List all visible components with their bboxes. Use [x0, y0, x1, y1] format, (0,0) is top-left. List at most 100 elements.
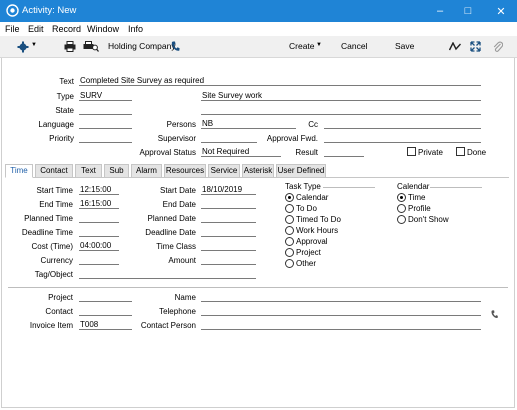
tab-user-defined[interactable]: User Defined [276, 164, 326, 178]
calendar-profile-radio[interactable] [397, 204, 406, 213]
planned-time-field[interactable] [79, 213, 119, 223]
end-date-field[interactable] [201, 199, 256, 209]
cancel-button[interactable]: Cancel [341, 41, 367, 51]
cost-time-field[interactable]: 04:00:00 [79, 241, 119, 251]
task-type-other-radio[interactable] [285, 259, 294, 268]
planned-date-field[interactable] [201, 213, 256, 223]
priority-label: Priority [49, 134, 74, 143]
print-preview-icon[interactable] [83, 41, 99, 52]
gear-icon[interactable] [17, 41, 29, 53]
deadline-date-field[interactable] [201, 227, 256, 237]
cost-time-label: Cost (Time) [31, 242, 73, 251]
expand-icon[interactable] [470, 41, 481, 52]
close-button[interactable]: ✕ [486, 0, 516, 22]
approval-status-field[interactable]: Not Required [201, 147, 281, 157]
project-field[interactable] [79, 292, 132, 302]
menu-info[interactable]: Info [128, 24, 143, 34]
menu-edit[interactable]: Edit [28, 24, 44, 34]
start-time-label: Start Time [36, 186, 73, 195]
type-field[interactable]: SURV [79, 91, 132, 101]
tab-resources[interactable]: Resources [164, 164, 206, 178]
language-field[interactable] [79, 119, 132, 129]
tab-asterisk[interactable]: Asterisk [242, 164, 274, 178]
task-type-timed-todo-radio[interactable] [285, 215, 294, 224]
result-field[interactable] [324, 147, 364, 157]
telephone-label: Telephone [159, 307, 196, 316]
tab-contact[interactable]: Contact [35, 164, 73, 178]
maximize-button[interactable]: □ [453, 0, 483, 22]
calendar-dont-show-label: Don't Show [408, 215, 449, 224]
tab-time[interactable]: Time [5, 164, 33, 178]
attachment-icon[interactable] [493, 40, 503, 53]
language-label: Language [38, 120, 74, 129]
menu-bar: File Edit Record Window Info [0, 22, 517, 36]
gear-dropdown-icon[interactable]: ▼ [31, 42, 37, 48]
private-checkbox[interactable] [407, 147, 416, 156]
time-class-field[interactable] [201, 241, 256, 251]
type-description: Site Survey work [201, 91, 481, 101]
task-type-approval-radio[interactable] [285, 237, 294, 246]
invoice-item-field[interactable]: T008 [79, 320, 132, 330]
text-field[interactable]: Completed Site Survey as required [79, 76, 481, 86]
invoice-item-label: Invoice Item [29, 321, 73, 330]
deadline-time-field[interactable] [79, 227, 119, 237]
start-date-field[interactable]: 18/10/2019 [201, 185, 256, 195]
task-type-work-hours-label: Work Hours [296, 226, 339, 235]
approval-status-label: Approval Status [139, 148, 196, 157]
printer-icon[interactable] [64, 41, 76, 52]
state-field[interactable] [79, 105, 132, 115]
save-button[interactable]: Save [395, 41, 414, 51]
minimize-button[interactable]: – [425, 0, 455, 22]
supervisor-field[interactable] [201, 133, 257, 143]
app-icon [6, 4, 19, 17]
tab-service[interactable]: Service [208, 164, 240, 178]
currency-field[interactable] [79, 255, 119, 265]
project-label: Project [48, 293, 73, 302]
private-label: Private [418, 148, 443, 157]
approval-fwd-field[interactable] [324, 133, 481, 143]
calendar-time-radio[interactable] [397, 193, 406, 202]
tag-object-field[interactable] [79, 269, 256, 279]
approval-fwd-label: Approval Fwd. [266, 134, 318, 143]
type-label: Type [56, 92, 74, 101]
contact-field[interactable] [79, 306, 132, 316]
tab-alarm[interactable]: Alarm [131, 164, 162, 178]
menu-file[interactable]: File [5, 24, 20, 34]
state-label: State [55, 106, 74, 115]
cc-field[interactable] [324, 119, 481, 129]
tab-sub[interactable]: Sub [104, 164, 129, 178]
phone-icon[interactable] [490, 310, 499, 319]
done-checkbox[interactable] [456, 147, 465, 156]
planned-date-label: Planned Date [147, 214, 196, 223]
persons-field[interactable]: NB [201, 119, 296, 129]
calendar-dont-show-radio[interactable] [397, 215, 406, 224]
contact-person-field[interactable] [201, 320, 481, 330]
create-dropdown-icon[interactable]: ▼ [316, 42, 322, 48]
deadline-date-label: Deadline Date [145, 228, 196, 237]
task-type-other-label: Other [296, 259, 317, 268]
end-time-label: End Time [39, 200, 73, 209]
name-field[interactable] [201, 292, 481, 302]
calendar-profile-label: Profile [408, 204, 431, 213]
task-type-project-label: Project [296, 248, 321, 257]
task-type-todo-radio[interactable] [285, 204, 294, 213]
tag-object-label: Tag/Object [34, 270, 73, 279]
phone-icon[interactable] [171, 41, 180, 52]
start-time-field[interactable]: 12:15:00 [79, 185, 119, 195]
end-time-field[interactable]: 16:15:00 [79, 199, 119, 209]
priority-field[interactable] [79, 133, 132, 143]
create-button[interactable]: Create [289, 41, 315, 51]
menu-window[interactable]: Window [87, 24, 119, 34]
telephone-field[interactable] [201, 306, 481, 316]
window-title: Activity: New [22, 5, 77, 16]
task-type-project-radio[interactable] [285, 248, 294, 257]
task-type-calendar-radio[interactable] [285, 193, 294, 202]
amount-field[interactable] [201, 255, 256, 265]
company-label: Holding Company [108, 41, 176, 51]
task-type-work-hours-radio[interactable] [285, 226, 294, 235]
activity-icon[interactable] [449, 42, 461, 51]
end-date-label: End Date [162, 200, 196, 209]
task-type-timed-todo-label: Timed To Do [296, 215, 341, 224]
tab-text[interactable]: Text [75, 164, 102, 178]
menu-record[interactable]: Record [52, 24, 81, 34]
